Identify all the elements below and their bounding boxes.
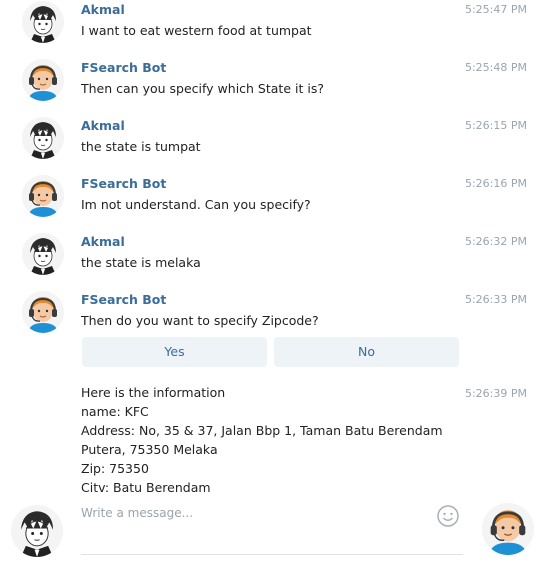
info-message: Here is the information name: KFC Addres… bbox=[81, 383, 443, 497]
no-button[interactable]: No bbox=[274, 337, 459, 367]
info-line: Citv: Batu Berendam bbox=[81, 480, 211, 495]
info-line: Zip: 75350 bbox=[81, 461, 149, 476]
sender-name[interactable]: Akmal bbox=[81, 234, 125, 249]
sender-name[interactable]: FSearch Bot bbox=[81, 60, 166, 75]
message-time: 5:26:32 PM bbox=[464, 235, 527, 248]
message-time: 5:26:16 PM bbox=[464, 177, 527, 190]
message-time: 5:26:33 PM bbox=[464, 293, 527, 306]
peer-avatar-icon[interactable] bbox=[482, 503, 534, 555]
smiley-icon[interactable] bbox=[436, 504, 460, 528]
input-underline bbox=[81, 554, 463, 555]
yes-button[interactable]: Yes bbox=[82, 337, 267, 367]
message-input[interactable] bbox=[81, 503, 431, 523]
sender-name[interactable]: Akmal bbox=[81, 118, 125, 133]
bot-avatar-icon[interactable] bbox=[22, 59, 64, 101]
bot-avatar-icon[interactable] bbox=[22, 291, 64, 333]
message-text: the state is tumpat bbox=[81, 139, 201, 154]
user-avatar-icon[interactable] bbox=[22, 233, 64, 275]
info-line: Here is the information bbox=[81, 385, 226, 400]
user-avatar-icon[interactable] bbox=[22, 117, 64, 159]
inline-keyboard: Yes No bbox=[82, 337, 459, 367]
message-time: 5:25:48 PM bbox=[464, 61, 527, 74]
chat-window: Akmal 5:25:47 PM I want to eat western f… bbox=[0, 0, 551, 572]
message-text: Then can you specify which State it is? bbox=[81, 81, 324, 96]
bot-avatar-icon[interactable] bbox=[22, 175, 64, 217]
my-avatar-icon[interactable] bbox=[11, 505, 63, 557]
info-line: Putera, 75350 Melaka bbox=[81, 442, 218, 457]
message-time: 5:26:15 PM bbox=[464, 119, 527, 132]
message-text: the state is melaka bbox=[81, 255, 201, 270]
message-text: Im not understand. Can you specify? bbox=[81, 197, 311, 212]
sender-name[interactable]: Akmal bbox=[81, 2, 125, 17]
message-text: I want to eat western food at tumpat bbox=[81, 23, 312, 38]
sender-name[interactable]: FSearch Bot bbox=[81, 176, 166, 191]
message-time: 5:26:39 PM bbox=[464, 387, 527, 400]
user-avatar-icon[interactable] bbox=[22, 1, 64, 43]
sender-name[interactable]: FSearch Bot bbox=[81, 292, 166, 307]
message-time: 5:25:47 PM bbox=[464, 3, 527, 16]
info-line: name: KFC bbox=[81, 404, 149, 419]
message-text: Then do you want to specify Zipcode? bbox=[81, 313, 319, 328]
info-line: Address: No, 35 & 37, Jalan Bbp 1, Taman… bbox=[81, 423, 443, 438]
